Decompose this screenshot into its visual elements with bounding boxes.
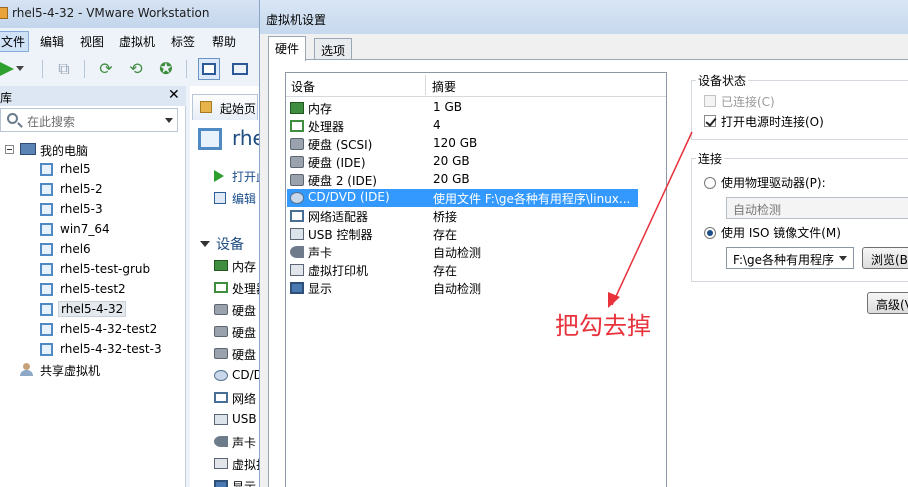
annotation-arrow-line: [611, 131, 693, 306]
annotation-text: 把勾去掉: [555, 312, 651, 340]
annotation-arrow: [608, 131, 693, 308]
tab-hardware[interactable]: 硬件: [268, 36, 307, 61]
